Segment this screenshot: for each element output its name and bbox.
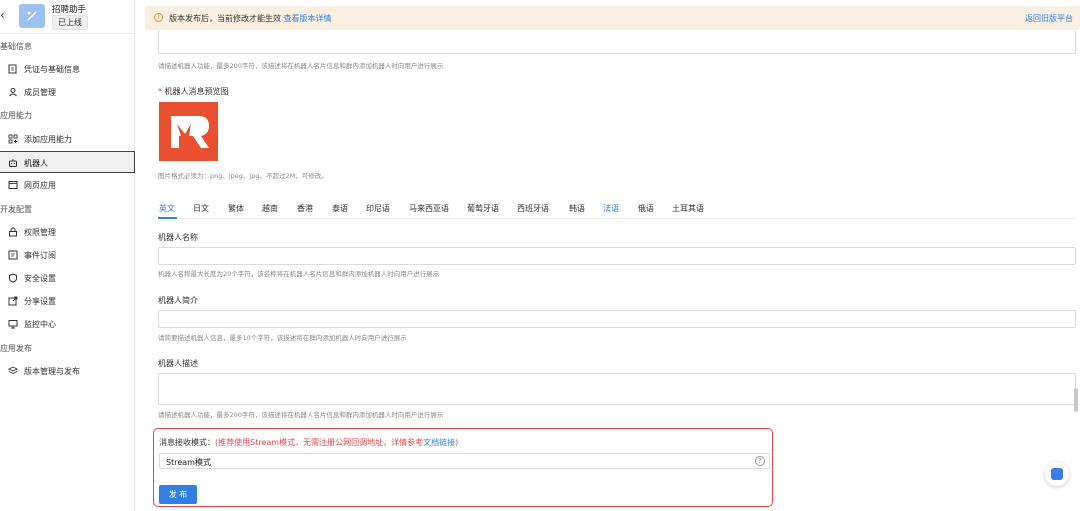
back-arrow-icon[interactable]: ‹ xyxy=(0,8,5,22)
assistant-icon xyxy=(1051,468,1063,480)
release-notice-banner: ! 版本发布后，当前修改才能生效 查看版本详情 返回旧版平台 ✕ xyxy=(145,6,1080,30)
scrollbar[interactable] xyxy=(1074,388,1078,412)
sidebar-item-label: 凭证与基础信息 xyxy=(24,65,80,74)
tab-traditional-chinese[interactable]: 繁体 xyxy=(228,203,244,214)
sidebar-item-label: 分享设置 xyxy=(24,297,56,306)
tab-thai[interactable]: 泰语 xyxy=(332,203,348,214)
robot-intro-label: 机器人简介 xyxy=(158,296,198,305)
tab-english[interactable]: 英文 xyxy=(159,203,175,214)
group-title-abilities: 应用能力 xyxy=(0,111,32,120)
version-details-link[interactable]: 查看版本详情 xyxy=(284,14,332,23)
receive-mode-note: (推荐使用Stream模式，无需注册公网回调地址，详情参考文档链接) xyxy=(215,438,458,447)
sidebar-item-monitor[interactable]: 监控中心 xyxy=(0,313,135,335)
tab-turkish[interactable]: 土耳其语 xyxy=(672,203,704,214)
description-hint-top: 请描述机器人功能，最多200字符，该描述将在机器人名片信息和群内添加机器人时向用… xyxy=(158,62,444,70)
robot-icon xyxy=(9,159,17,167)
banner-message: 版本发布后，当前修改才能生效 查看版本详情 xyxy=(169,13,332,24)
grid-plus-icon xyxy=(8,134,18,144)
receive-mode-value: Stream模式 xyxy=(166,458,211,467)
sidebar-item-events[interactable]: 事件订阅 xyxy=(0,244,135,266)
sidebar-item-robot[interactable]: 机器人 xyxy=(0,151,135,173)
robot-description-hint: 请描述机器人功能，最多200字符，该描述将在机器人名片信息和群内添加机器人时向用… xyxy=(158,411,444,419)
group-title-basic: 基础信息 xyxy=(0,42,32,51)
message-receive-mode-label: 消息接收模式：(推荐使用Stream模式，无需注册公网回调地址，详情参考文档链接… xyxy=(159,437,458,448)
key-icon xyxy=(9,227,17,237)
tab-korean[interactable]: 韩语 xyxy=(569,203,585,214)
tab-vietnamese[interactable]: 越南 xyxy=(262,203,278,214)
robot-intro-hint: 请简要描述机器人信息，最多10个字符，该描述将在群内添加机器人时向用户进行展示 xyxy=(158,334,407,342)
preview-image-hint: 图片格式必须为：png、jpeg、jpg，不超过2M，可修改。 xyxy=(158,172,328,180)
sidebar-item-webpage[interactable]: 网页应用 xyxy=(0,174,135,196)
sidebar-item-credentials[interactable]: 凭证与基础信息 xyxy=(0,58,135,80)
receive-mode-note-end: ) xyxy=(455,438,459,447)
tab-malay[interactable]: 马来西亚语 xyxy=(409,203,449,214)
app-status-badge: 已上线 xyxy=(52,15,88,30)
tab-active-indicator xyxy=(158,217,177,219)
banner-text: 版本发布后，当前修改才能生效 xyxy=(169,14,281,23)
robot-intro-input[interactable] xyxy=(158,310,1076,328)
layers-icon xyxy=(8,366,18,375)
sidebar-item-share[interactable]: 分享设置 xyxy=(0,290,135,312)
back-to-old-platform-link[interactable]: 返回旧版平台 xyxy=(1025,13,1073,24)
description-textarea-top[interactable] xyxy=(158,30,1076,54)
tab-japanese[interactable]: 日文 xyxy=(193,203,209,214)
robot-name-label: 机器人名称 xyxy=(158,233,198,242)
robot-name-hint: 机器人名称最大长度为20个字符，该名称将在机器人名片信息和群内添加机器人时向用户… xyxy=(158,270,440,278)
app-header: ‹ 招聘助手 已上线 xyxy=(0,0,135,34)
help-icon[interactable]: ? xyxy=(755,456,765,466)
shield-icon xyxy=(9,273,17,283)
sidebar-item-versions[interactable]: 版本管理与发布 xyxy=(0,360,135,382)
preview-image-label: * 机器人消息预览图 xyxy=(158,87,229,96)
tab-russian[interactable]: 俄语 xyxy=(638,203,654,214)
tab-divider xyxy=(158,218,1076,219)
tab-french[interactable]: 法语 xyxy=(603,203,619,214)
group-title-dev: 开发配置 xyxy=(0,205,32,214)
sidebar-item-label: 版本管理与发布 xyxy=(24,367,80,376)
preview-image-label-text: 机器人消息预览图 xyxy=(164,87,229,96)
tab-portuguese[interactable]: 葡萄牙语 xyxy=(467,203,499,214)
receive-mode-title: 消息接收模式： xyxy=(159,438,215,447)
sidebar-item-label: 监控中心 xyxy=(24,320,56,329)
sidebar-item-label: 网页应用 xyxy=(24,181,56,190)
app-name: 招聘助手 xyxy=(52,5,87,15)
assistant-float-button[interactable] xyxy=(1045,462,1069,486)
sidebar-item-members[interactable]: 成员管理 xyxy=(0,81,135,103)
publish-button[interactable]: 发 布 xyxy=(159,485,197,504)
message-receive-mode-section: 消息接收模式：(推荐使用Stream模式，无需注册公网回调地址，详情参考文档链接… xyxy=(153,428,773,507)
user-icon xyxy=(9,88,17,97)
group-title-release: 应用发布 xyxy=(0,344,32,353)
warning-icon: ! xyxy=(154,13,163,22)
tab-spanish[interactable]: 西班牙语 xyxy=(517,203,549,214)
robot-preview-image[interactable] xyxy=(159,102,218,161)
sidebar: ‹ 招聘助手 已上线 基础信息 凭证与基础信息 成员管理 应用能力 添加应用能力… xyxy=(0,0,135,511)
sidebar-item-permissions[interactable]: 权限管理 xyxy=(0,221,135,243)
credential-icon xyxy=(8,64,17,74)
brand-logo-icon xyxy=(171,116,209,148)
share-icon xyxy=(8,296,18,306)
sidebar-item-label: 权限管理 xyxy=(24,228,56,237)
doc-link[interactable]: 文档链接 xyxy=(423,438,455,447)
sidebar-item-label: 安全设置 xyxy=(24,274,56,283)
robot-description-label: 机器人描述 xyxy=(158,359,198,368)
sidebar-item-label: 成员管理 xyxy=(24,88,56,97)
sidebar-item-security[interactable]: 安全设置 xyxy=(0,267,135,289)
tab-hongkong[interactable]: 香港 xyxy=(297,203,313,214)
sidebar-item-label: 事件订阅 xyxy=(24,251,56,260)
receive-mode-select[interactable]: Stream模式 ? xyxy=(159,453,770,469)
sidebar-item-label: 添加应用能力 xyxy=(24,135,72,144)
monitor-icon xyxy=(8,320,18,329)
subscribe-icon xyxy=(8,250,18,260)
webpage-icon xyxy=(8,181,18,189)
robot-name-input[interactable] xyxy=(158,247,1076,265)
tab-indonesian[interactable]: 印尼语 xyxy=(366,203,390,214)
app-icon xyxy=(19,4,45,28)
sidebar-item-add-ability[interactable]: 添加应用能力 xyxy=(0,128,135,150)
receive-mode-note-text: (推荐使用Stream模式，无需注册公网回调地址，详情参考 xyxy=(215,438,424,447)
robot-description-textarea[interactable] xyxy=(158,373,1076,405)
sidebar-item-label: 机器人 xyxy=(24,159,48,168)
